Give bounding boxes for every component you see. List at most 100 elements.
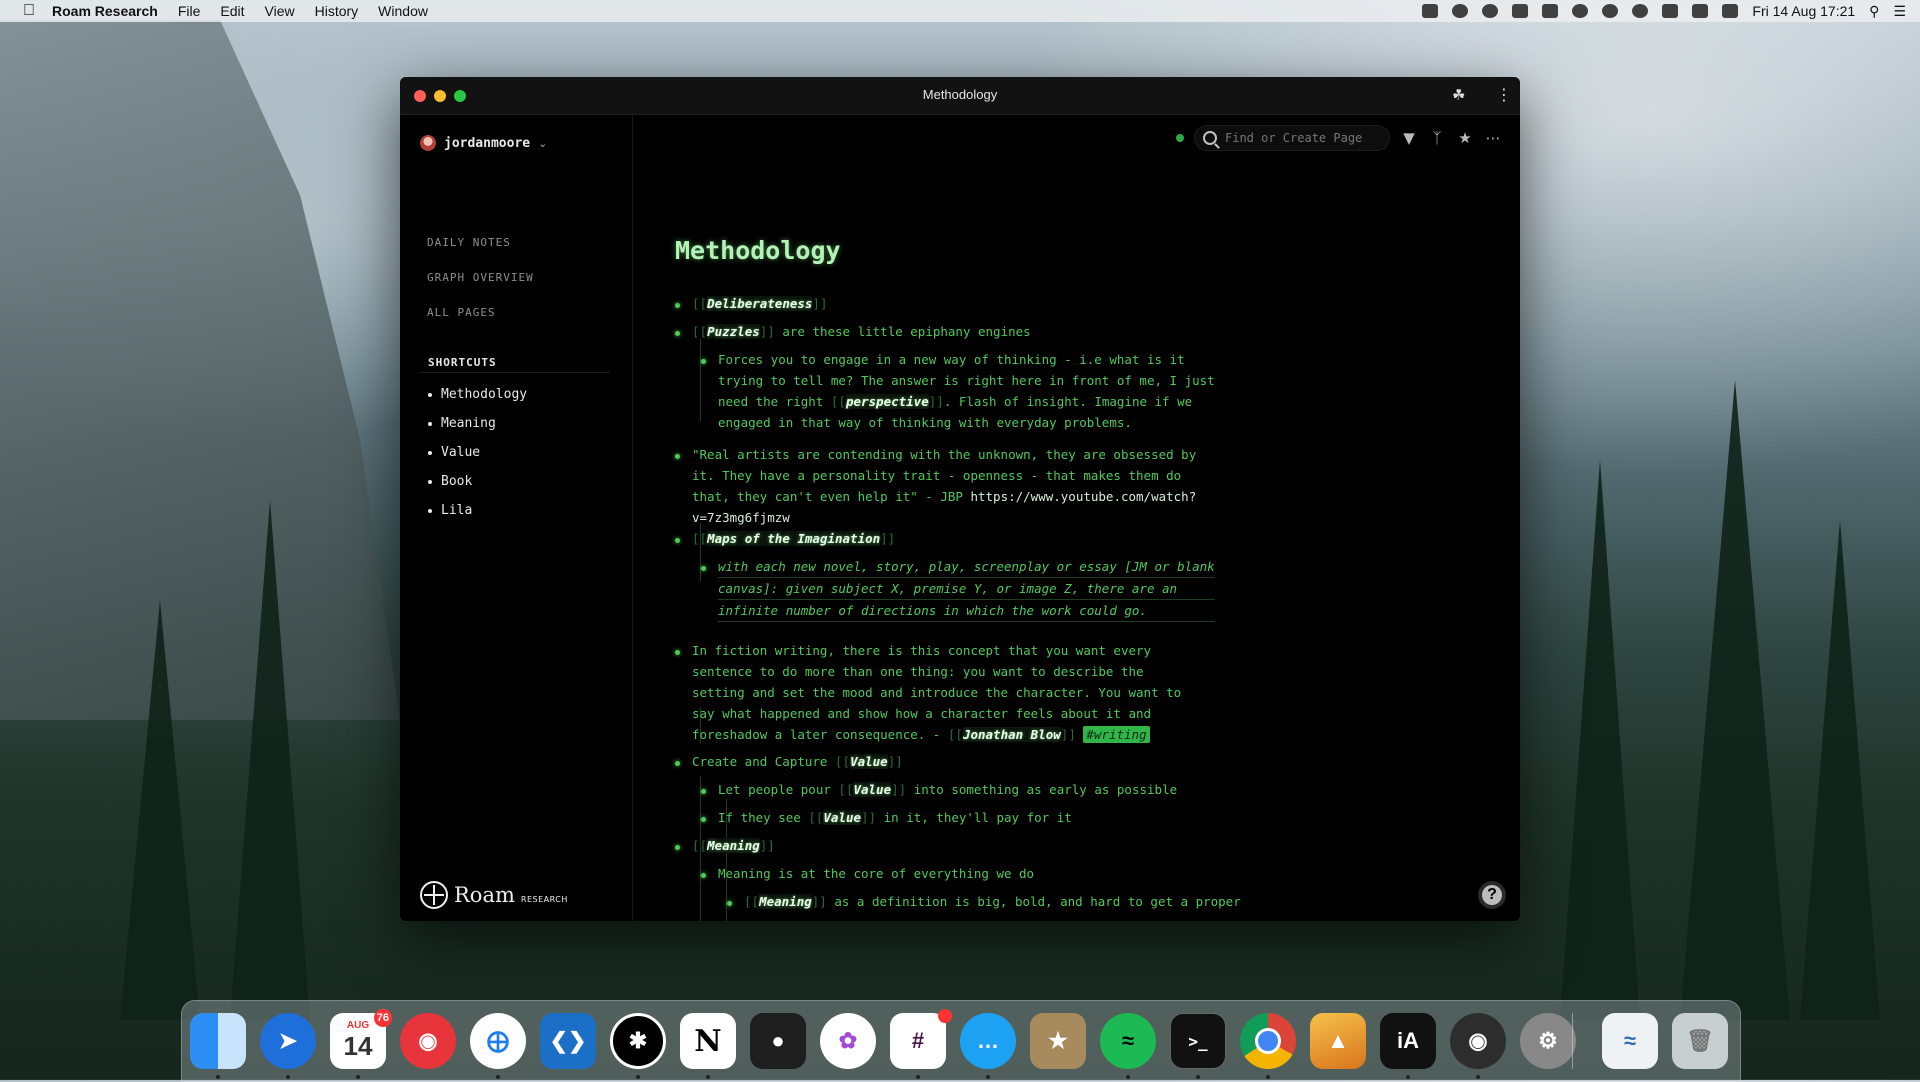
figma-icon[interactable]: ● bbox=[750, 1013, 806, 1069]
page-link[interactable]: Meaning bbox=[707, 838, 760, 853]
system-preferences-icon[interactable]: ⚙ bbox=[1520, 1013, 1576, 1069]
nav-graph-overview[interactable]: GRAPH OVERVIEW bbox=[427, 271, 534, 284]
nav-all-pages[interactable]: ALL PAGES bbox=[427, 306, 496, 319]
block-bullet[interactable] bbox=[675, 538, 680, 543]
spark-mail-icon[interactable]: ➤ bbox=[260, 1013, 316, 1069]
status-vpn-icon[interactable] bbox=[1602, 4, 1619, 18]
calendar-icon[interactable]: AUG 14 76 bbox=[330, 1009, 392, 1069]
shortcut-lila[interactable]: Lila bbox=[428, 503, 472, 518]
spotlight-search-icon[interactable]: ⚲ bbox=[1869, 3, 1879, 20]
roam-research-icon[interactable]: ✱ bbox=[610, 1013, 666, 1069]
trash-icon[interactable]: 🗑 bbox=[1672, 1013, 1728, 1069]
block-bullet[interactable] bbox=[675, 454, 680, 459]
craft-icon[interactable]: ✿ bbox=[820, 1013, 876, 1069]
clock[interactable]: Fri 14 Aug 17:21 bbox=[1752, 3, 1855, 19]
block[interactable]: [[Meaning]] as a definition is big, bold… bbox=[744, 891, 1241, 912]
block[interactable]: If they see [[Value]] in it, they'll pay… bbox=[718, 807, 1072, 828]
messages-icon[interactable]: … bbox=[960, 1013, 1016, 1069]
page-title[interactable]: Methodology bbox=[675, 236, 841, 265]
search-input[interactable] bbox=[1223, 130, 1387, 146]
finder-icon[interactable] bbox=[190, 1013, 246, 1069]
tableplus-icon[interactable]: ◉ bbox=[1450, 1013, 1506, 1069]
wifi-icon[interactable] bbox=[1662, 4, 1679, 18]
notification-center-icon[interactable]: ☰ bbox=[1893, 3, 1906, 20]
block-bullet[interactable] bbox=[675, 761, 680, 766]
block[interactable]: with each new novel, story, play, screen… bbox=[718, 556, 1215, 622]
block-bullet[interactable] bbox=[701, 566, 706, 571]
extensions-puzzle-icon[interactable]: ☘ bbox=[1452, 87, 1468, 103]
block[interactable]: [[Meaning]] bbox=[692, 835, 775, 856]
safari-icon[interactable]: ⨁ bbox=[470, 1013, 526, 1069]
block-bullet[interactable] bbox=[701, 789, 706, 794]
block-bullet[interactable] bbox=[701, 873, 706, 878]
menu-history[interactable]: History bbox=[315, 3, 359, 19]
block[interactable]: Let people pour [[Value]] into something… bbox=[718, 779, 1177, 800]
airplay-icon[interactable] bbox=[1722, 4, 1739, 18]
star-icon[interactable]: ★ bbox=[1456, 129, 1474, 147]
chrome-icon[interactable] bbox=[1240, 1013, 1296, 1069]
apple-menu-icon[interactable]:  bbox=[20, 2, 38, 20]
page-link[interactable]: Maps of the Imagination bbox=[707, 531, 881, 546]
page-link[interactable]: Meaning bbox=[759, 894, 812, 909]
page-link[interactable]: Deliberateness bbox=[707, 296, 813, 311]
menu-view[interactable]: View bbox=[265, 3, 295, 19]
slack-icon[interactable]: # bbox=[890, 1009, 952, 1069]
block-bullet[interactable] bbox=[675, 845, 680, 850]
page-link[interactable]: Puzzles bbox=[707, 324, 760, 339]
filter-icon[interactable]: ▼ bbox=[1400, 129, 1418, 147]
vscode-icon[interactable]: ❮❯ bbox=[540, 1013, 596, 1069]
shortcut-value[interactable]: Value bbox=[428, 445, 480, 460]
shortcut-book[interactable]: Book bbox=[428, 474, 472, 489]
search-box[interactable] bbox=[1194, 125, 1390, 151]
more-horizontal-icon[interactable]: ⋯ bbox=[1484, 129, 1502, 147]
shortcut-meaning[interactable]: Meaning bbox=[428, 416, 496, 431]
graph-switcher[interactable]: jordanmoore ⌄ bbox=[420, 135, 547, 151]
page-link[interactable]: Value bbox=[853, 782, 892, 797]
spotify-icon[interactable]: ≈ bbox=[1100, 1013, 1156, 1069]
ia-writer-icon[interactable]: iA bbox=[1380, 1013, 1436, 1069]
block[interactable]: [[Puzzles]] are these little epiphany en… bbox=[692, 321, 1031, 342]
page-link[interactable]: Jonathan Blow bbox=[962, 727, 1061, 742]
graph-branch-icon[interactable]: ᛉ bbox=[1428, 129, 1446, 147]
block[interactable]: Create and Capture [[Value]] bbox=[692, 751, 903, 772]
more-vertical-icon[interactable]: ⋮ bbox=[1496, 86, 1512, 104]
pocketcasts-icon[interactable]: ◉ bbox=[400, 1013, 456, 1069]
status-drive-icon[interactable] bbox=[1512, 4, 1529, 18]
page-link[interactable]: Value bbox=[850, 754, 888, 769]
reeder-icon[interactable]: ★ bbox=[1030, 1013, 1086, 1069]
bluetooth-icon[interactable] bbox=[1632, 4, 1649, 18]
block-bullet[interactable] bbox=[727, 901, 732, 906]
status-app-icon[interactable] bbox=[1422, 4, 1439, 18]
block[interactable]: [[Deliberateness]] bbox=[692, 293, 827, 314]
block-bullet[interactable] bbox=[701, 817, 706, 822]
menu-file[interactable]: File bbox=[178, 3, 201, 19]
shortcut-methodology[interactable]: Methodology bbox=[428, 387, 527, 402]
status-cloud-icon[interactable] bbox=[1482, 4, 1499, 18]
external-link[interactable]: v=7z3mg6fjmzw bbox=[692, 507, 1196, 528]
help-button[interactable]: ? bbox=[1478, 881, 1506, 909]
downloads-stack-icon[interactable]: ≈ bbox=[1602, 1013, 1658, 1069]
external-link[interactable]: https://www.youtube.com/watch? bbox=[970, 489, 1196, 504]
page-link[interactable]: perspective bbox=[845, 394, 929, 409]
block[interactable]: [[Maps of the Imagination]] bbox=[692, 528, 895, 549]
menu-app-name[interactable]: Roam Research bbox=[52, 3, 158, 19]
block[interactable]: In fiction writing, there is this concep… bbox=[692, 640, 1181, 745]
tag-writing[interactable]: #writing bbox=[1083, 726, 1150, 743]
status-box-icon[interactable] bbox=[1542, 4, 1559, 18]
menu-edit[interactable]: Edit bbox=[220, 3, 244, 19]
block-bullet[interactable] bbox=[675, 331, 680, 336]
nav-daily-notes[interactable]: DAILY NOTES bbox=[427, 236, 511, 249]
block-bullet[interactable] bbox=[701, 359, 706, 364]
pixelmator-icon[interactable]: ▲ bbox=[1310, 1013, 1366, 1069]
block-bullet[interactable] bbox=[675, 650, 680, 655]
status-timer-icon[interactable] bbox=[1572, 4, 1589, 18]
menu-window[interactable]: Window bbox=[378, 3, 428, 19]
page-link[interactable]: Value bbox=[823, 810, 862, 825]
block[interactable]: "Real artists are contending with the un… bbox=[692, 444, 1196, 528]
block[interactable]: Forces you to engage in a new way of thi… bbox=[718, 349, 1215, 433]
battery-icon[interactable] bbox=[1692, 4, 1709, 18]
block[interactable]: Meaning is at the core of everything we … bbox=[718, 863, 1034, 884]
status-1password-icon[interactable] bbox=[1452, 4, 1469, 18]
terminal-icon[interactable]: >_ bbox=[1170, 1013, 1226, 1069]
notion-icon[interactable]: N bbox=[680, 1013, 736, 1069]
